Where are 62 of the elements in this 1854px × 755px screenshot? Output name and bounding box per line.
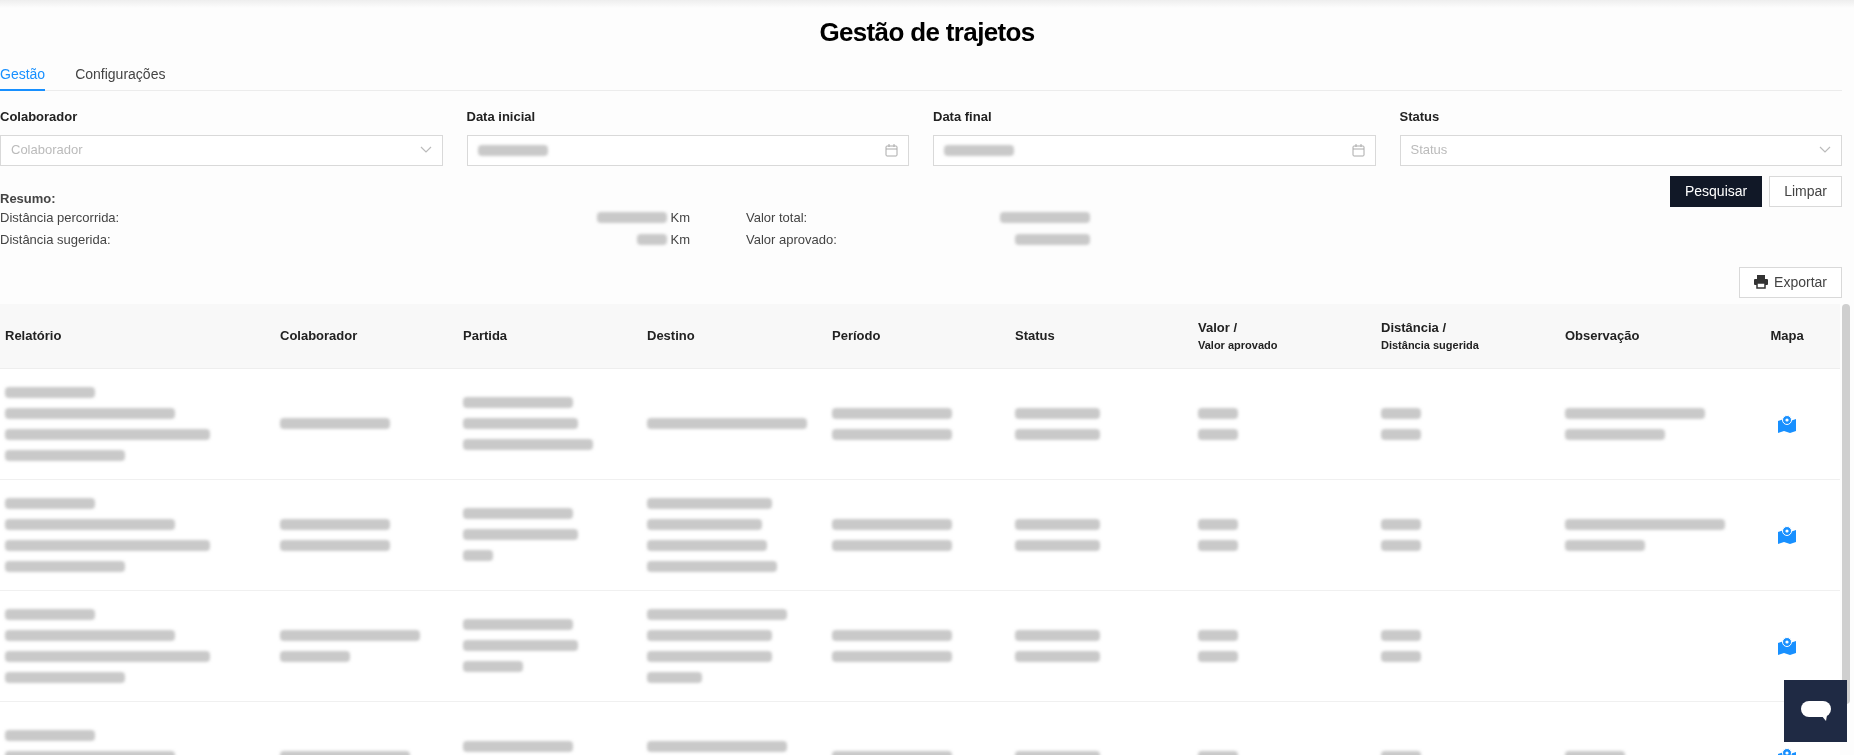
scrollbar[interactable] [1842, 303, 1850, 704]
field-label: Colaborador [0, 108, 79, 126]
redacted-text [596, 211, 667, 223]
column-header: Observação [1565, 326, 1641, 345]
chevron-down-icon [1819, 146, 1831, 154]
column-header: Partida [463, 326, 509, 345]
printer-icon [1754, 275, 1769, 289]
column-header: Período [832, 326, 882, 345]
redacted-text [1381, 539, 1421, 551]
redacted-text [1198, 650, 1238, 662]
summary-label: Valor aprovado: [746, 231, 837, 249]
redacted-text [1198, 629, 1238, 641]
redacted-text [1198, 407, 1238, 419]
summary-label: Distância percorrida: [0, 208, 121, 227]
column-header: Relatório [5, 326, 63, 345]
redacted-text [463, 550, 493, 561]
redacted-text [1381, 518, 1421, 530]
redacted-text [1381, 407, 1421, 419]
redacted-text [1381, 428, 1421, 440]
tab[interactable]: Configurações [75, 60, 166, 91]
date-field[interactable] [933, 134, 1376, 166]
calendar-icon [1351, 143, 1365, 157]
map-pin-icon [1778, 414, 1796, 433]
column-header: Valor / Valor aprovado [1198, 318, 1279, 353]
field-label: Data final [933, 108, 993, 126]
map-button[interactable] [1778, 414, 1796, 433]
unit-label: Km [670, 208, 690, 227]
map-button[interactable] [1778, 525, 1796, 544]
summary-label: Distância sugerida: [0, 231, 112, 249]
redacted-text [463, 661, 523, 672]
calendar-icon [885, 143, 898, 157]
column-header: Destino [647, 326, 696, 345]
redacted-text [1198, 518, 1238, 530]
map-button[interactable] [1778, 636, 1796, 655]
search-button[interactable]: Pesquisar [1669, 175, 1763, 207]
redacted-text [477, 144, 548, 156]
chat-bubble-icon [1800, 701, 1831, 721]
column-header: Status [1015, 326, 1056, 345]
summary-heading: Resumo: [0, 189, 57, 208]
redacted-text [636, 234, 667, 246]
field-label: Data inicial [466, 108, 537, 126]
redacted-text [1198, 428, 1238, 440]
redacted-text [1381, 650, 1421, 662]
field-label: Status [1399, 108, 1441, 126]
map-pin-icon [1778, 525, 1796, 544]
summary-label: Valor total: [746, 208, 808, 227]
unit-label: Km [670, 231, 690, 249]
export-button[interactable]: Exportar [1739, 266, 1842, 298]
chat-button[interactable] [1784, 680, 1847, 742]
redacted-text [1198, 539, 1238, 551]
redacted-text [280, 650, 350, 662]
date-field[interactable] [466, 134, 909, 166]
chevron-down-icon [419, 146, 432, 154]
column-header: Distância / Distância sugerida [1381, 318, 1480, 353]
redacted-text [944, 144, 1014, 156]
column-header: Mapa [1770, 326, 1804, 345]
clear-button[interactable]: Limpar [1769, 175, 1842, 207]
page-title: Gestão de trajetos [818, 16, 1036, 49]
map-pin-icon [1778, 636, 1796, 655]
column-header: Colaborador [280, 326, 359, 345]
redacted-text [647, 671, 702, 683]
redacted-text [1381, 629, 1421, 641]
